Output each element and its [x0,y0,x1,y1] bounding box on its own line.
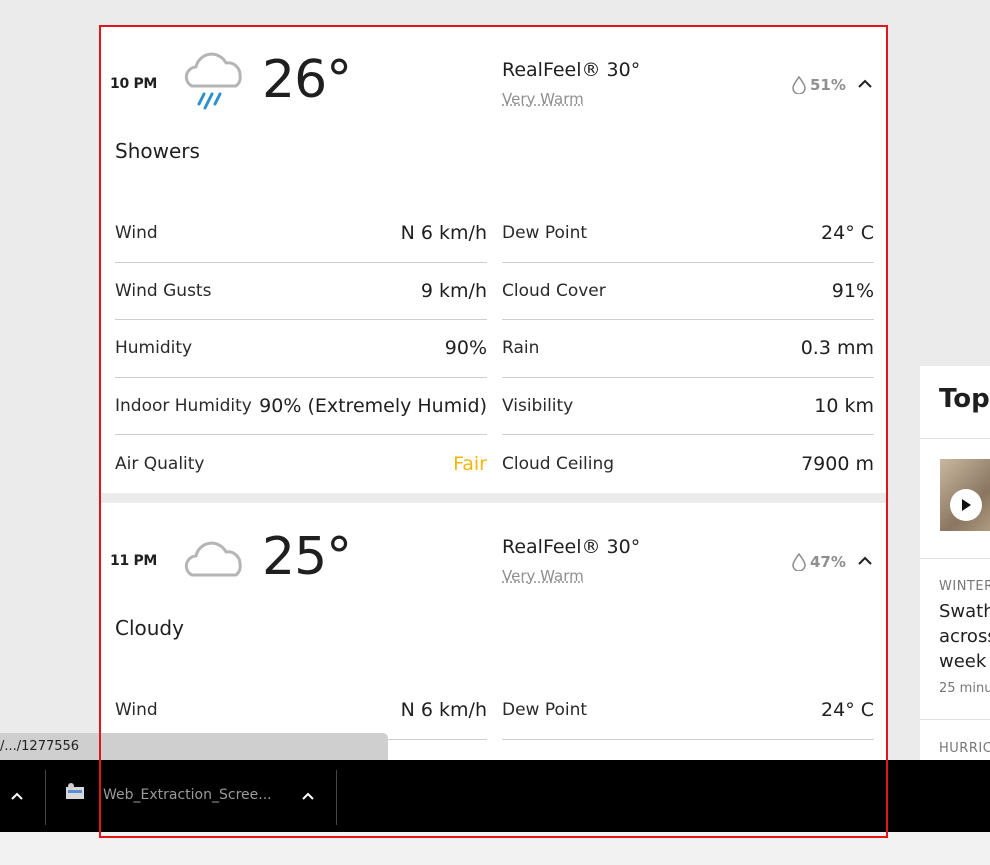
detail-label: Indoor Humidity [115,395,252,416]
headline-line: across [939,626,990,647]
sidebar-title: Top S [939,384,990,414]
detail-row-dew-point: Dew Point 24° C [502,682,874,740]
realfeel: RealFeel® 30° [502,536,641,558]
detail-value: N 6 km/h [400,222,487,245]
hourly-card-11pm[interactable]: 11 PM 25° RealFeel® 30° Very Warm 47% Cl… [100,503,888,761]
hourly-forecast-panel: 10 PM 26° RealFeel® 30° Very Warm 51% Sh… [100,26,888,761]
detail-label: Dew Point [502,223,588,244]
precip-value: 51% [810,76,846,94]
status-url-tooltip: /.../1277556 [0,733,388,761]
details-right-column: Dew Point 24° C [502,682,874,740]
showers-cloud-icon [178,48,250,120]
download-file-name[interactable]: Web_Extraction_Scree... [103,787,272,803]
detail-value: 24° C [821,222,874,245]
details-left-column: Wind N 6 km/h Wind Gusts 9 km/h Humidity 90… [115,205,487,493]
chevron-up-icon[interactable] [856,75,874,93]
top-stories-sidebar: Top S WINTER Swath across week 25 minut … [920,366,990,760]
chevron-up-icon[interactable] [856,552,874,570]
story-time: 25 minut [939,681,990,696]
realfeel-phrase[interactable]: Very Warm [502,567,584,585]
detail-row-cloud-ceiling: Cloud Ceiling 7900 m [502,435,874,493]
detail-value: 24° C [821,699,874,722]
detail-row-wind: Wind N 6 km/h [115,205,487,263]
divider [920,438,990,439]
weather-phrase: Cloudy [115,616,184,640]
bottom-strip [0,832,990,865]
detail-label: Air Quality [115,453,205,474]
detail-label: Wind [115,223,158,244]
hour-label: 11 PM [110,553,158,569]
hourly-card-10pm[interactable]: 10 PM 26° RealFeel® 30° Very Warm 51% Sh… [100,26,888,493]
detail-value: 7900 m [801,452,874,475]
divider [920,719,990,720]
cloud-icon [178,525,250,597]
precipitation-probability: 51% [792,76,846,94]
detail-value: 90% (Extremely Humid) [259,394,487,417]
detail-value: 10 km [814,394,874,417]
air-quality-value[interactable]: Fair [453,453,487,475]
detail-row-visibility: Visibility 10 km [502,378,874,435]
headline-line: week [939,651,987,672]
raindrop-icon [792,76,806,94]
detail-label: Wind Gusts [115,280,212,301]
divider [45,770,46,825]
headline-line: Swath [939,601,990,622]
raindrop-icon [792,553,806,571]
detail-row-wind-gusts: Wind Gusts 9 km/h [115,263,487,320]
divider [920,558,990,559]
realfeel: RealFeel® 30° [502,59,641,81]
detail-row-air-quality: Air Quality Fair [115,435,487,493]
file-icon [66,783,84,799]
precipitation-probability: 47% [792,553,846,571]
divider [336,770,337,825]
detail-label: Wind [115,700,158,721]
story-category[interactable]: HURRICA [939,741,990,756]
realfeel-phrase[interactable]: Very Warm [502,90,584,108]
temperature: 25° [262,527,352,587]
detail-row-dew-point: Dew Point 24° C [502,205,874,263]
detail-row-humidity: Humidity 90% [115,320,487,378]
video-thumbnail[interactable] [940,459,990,531]
hour-label: 10 PM [110,76,158,92]
details-right-column: Dew Point 24° C Cloud Cover 91% Rain 0.3 mm… [502,205,874,493]
chevron-up-icon[interactable] [299,787,317,805]
detail-row-cloud-cover: Cloud Cover 91% [502,263,874,320]
detail-value: 9 km/h [420,279,487,302]
detail-label: Humidity [115,338,193,359]
detail-label: Rain [502,338,540,359]
temperature: 26° [262,50,352,110]
play-icon[interactable] [950,489,982,521]
detail-label: Cloud Cover [502,280,606,301]
detail-row-rain: Rain 0.3 mm [502,320,874,378]
detail-label: Dew Point [502,700,588,721]
weather-phrase: Showers [115,139,200,163]
story-category[interactable]: WINTER [939,579,990,594]
detail-value: 0.3 mm [800,337,874,360]
detail-row-indoor-humidity: Indoor Humidity 90% (Extremely Humid) [115,378,487,435]
precip-value: 47% [810,553,846,571]
detail-row-wind: Wind N 6 km/h [115,682,487,740]
card-divider [100,493,888,503]
detail-label: Cloud Ceiling [502,453,615,474]
detail-value: 90% [444,337,487,360]
details-left-column: Wind N 6 km/h [115,682,487,740]
detail-value: N 6 km/h [400,699,487,722]
story-headline[interactable]: Swath across week [939,599,990,674]
detail-value: 91% [831,279,874,302]
chevron-up-icon[interactable] [8,787,26,805]
download-bar: Web_Extraction_Scree... [0,760,990,832]
detail-label: Visibility [502,395,574,416]
